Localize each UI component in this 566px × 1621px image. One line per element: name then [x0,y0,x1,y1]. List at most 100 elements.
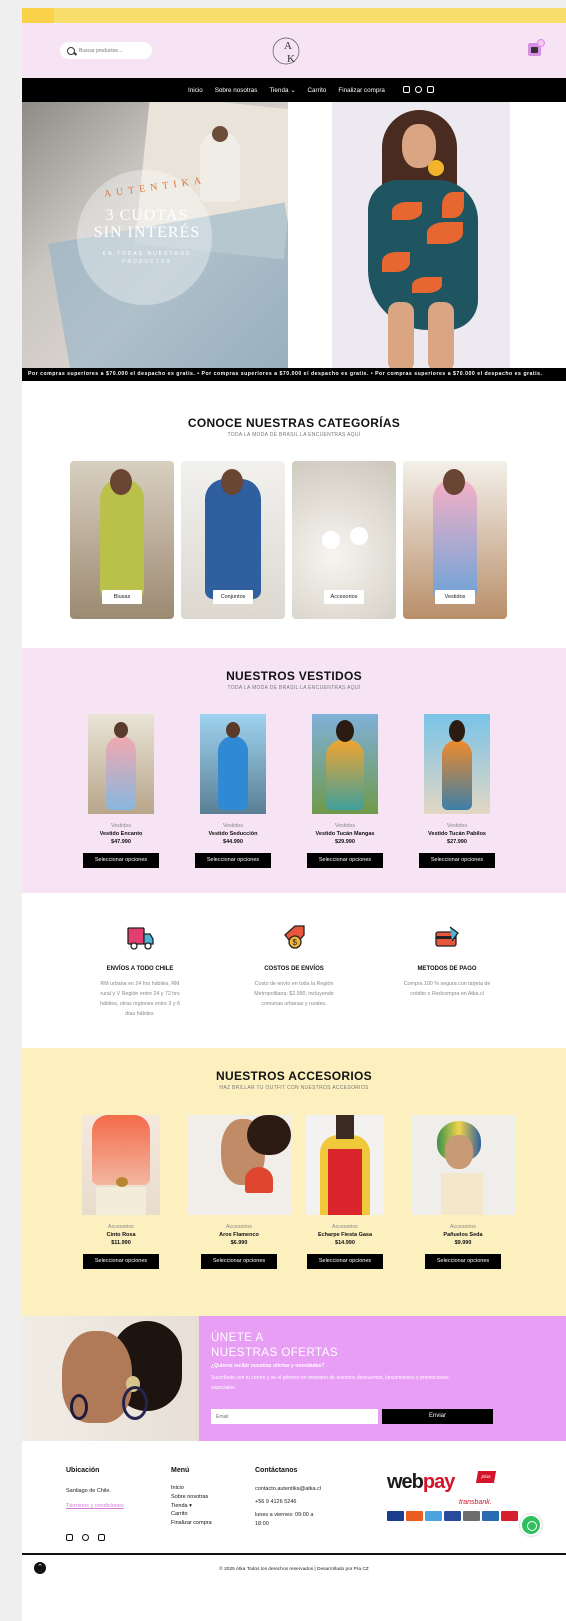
category-label[interactable]: Blusas [102,590,142,604]
accessories-subtitle: HAZ BRILLAR TU OUTFIT CON NUESTROS ACCES… [219,1085,369,1091]
page: A K Inicio Sobre nosotras Tienda ⌄ Carri… [22,8,566,1621]
product-category: Accesorios [332,1224,358,1230]
truck-icon [127,927,154,950]
footer-menu-title: Menú [171,1467,190,1474]
payment-cards [387,1511,518,1521]
newsletter-send-button[interactable]: Enviar [382,1409,493,1424]
facebook-icon[interactable] [82,1534,89,1541]
search-box[interactable] [60,42,152,59]
product-name[interactable]: Pañuelos Seda [411,1232,515,1238]
select-options-button[interactable]: Seleccionar opciones [83,1254,159,1269]
category-label[interactable]: Vestidos [435,590,475,604]
product-card[interactable]: Vestidos Vestido Encanto $47.990 Selecci… [81,714,161,868]
search-icon[interactable] [67,46,75,55]
newsletter-section: ÚNETE A NUESTRAS OFERTAS ¿Quieres recibir… [22,1316,566,1441]
footer-menu-tienda[interactable]: Tienda ▾ [171,1502,212,1511]
product-image[interactable] [200,714,266,814]
shipping-marquee: Por compras superiores a $70.000 el desp… [22,368,566,381]
product-name[interactable]: Echarpe Fiesta Gasa [303,1232,387,1238]
select-options-button[interactable]: Seleccionar opciones [201,1254,277,1269]
tiktok-icon[interactable] [98,1534,105,1541]
footer-location: Santiago de Chile. [66,1488,111,1494]
feature-description: RM urbana en 24 hrs hábiles, RM rural y V… [100,981,180,1017]
select-options-button[interactable]: Seleccionar opciones [425,1254,501,1269]
product-card[interactable]: Vestidos Vestido Tucán Mangas $29.990 Se… [305,714,385,868]
select-options-button[interactable]: Seleccionar opciones [307,853,383,868]
footer-menu-inicio[interactable]: Inicio [171,1484,212,1493]
footer-email[interactable]: contacto.autentika@atka.cl [255,1485,321,1494]
footer-menu-finalizar-compra[interactable]: Finalizar compra [171,1519,212,1528]
terms-link[interactable]: Términos y condiciones [66,1503,124,1509]
cart-icon[interactable] [528,39,545,56]
category-label[interactable]: Conjuntos [213,590,253,604]
product-name[interactable]: Vestido Tucán Mangas [305,831,385,837]
hero-headline: 3 CUOTAS SIN INTERÉS [93,207,201,241]
category-card-accesorios[interactable]: Accesorios [292,461,396,619]
product-price: $9.990 [454,1240,472,1246]
product-category: Vestidos [334,823,356,829]
product-category: Accesorios [226,1224,252,1230]
product-price: $27.990 [447,839,467,845]
facebook-icon[interactable] [415,86,422,93]
brand-logo[interactable]: A K [270,33,306,69]
product-image[interactable] [187,1115,291,1215]
nav-item-carrito[interactable]: Carrito [307,87,326,94]
whatsapp-icon[interactable] [520,1514,542,1536]
product-card[interactable]: Accesorios Pañuelos Seda $9.990 Seleccio… [411,1115,515,1269]
footer: Ubicación Santiago de Chile. Términos y … [22,1441,566,1553]
newsletter-title: ÚNETE A NUESTRAS OFERTAS [211,1332,339,1359]
category-card-vestidos[interactable]: Vestidos [403,461,507,619]
cart-count-badge [537,39,545,47]
product-card[interactable]: Accesorios Aros Flamenco $6.990 Seleccio… [187,1115,291,1269]
feature-title: METODOS DE PAGO [417,966,477,972]
footer-contact-title: Contáctanos [255,1467,298,1474]
footer-location-title: Ubicación [66,1467,100,1474]
category-label[interactable]: Accesorios [324,590,364,604]
footer-menu-carrito[interactable]: Carrito [171,1510,212,1519]
product-card[interactable]: Accesorios Echarpe Fiesta Gasa $14.990 S… [303,1115,387,1269]
product-image[interactable] [306,1115,384,1215]
footer-bottom-bar: ⌃ © 2025 Atka Todos los derechos reserva… [22,1553,566,1621]
product-name[interactable]: Cinto Rosa [79,1232,163,1238]
product-image[interactable] [88,714,154,814]
category-card-blusas[interactable]: Blusas [70,461,174,619]
nav-item-sobre-nosotras[interactable]: Sobre nosotras [215,87,258,94]
product-image[interactable] [312,714,378,814]
footer-menu-sobre-nosotras[interactable]: Sobre nosotras [171,1493,212,1502]
webpay-logo: webpay plus transbank. [387,1471,518,1531]
feature-title: COSTOS DE ENVÍOS [264,966,324,972]
product-card[interactable]: Vestidos Vestido Tucán Pabilos $27.990 S… [417,714,497,868]
feature-payment: METODOS DE PAGO Compra 100 % segura con … [387,923,507,999]
nav-item-tienda[interactable]: Tienda ⌄ [269,87,295,94]
product-price: $11.990 [111,1240,131,1246]
hero-banner[interactable]: AUTENTIKA 3 CUOTAS SIN INTERÉS EN TODAS … [22,102,566,368]
credit-card-icon [435,926,459,947]
main-nav: Inicio Sobre nosotras Tienda ⌄ Carrito F… [22,78,566,102]
select-options-button[interactable]: Seleccionar opciones [307,1254,383,1269]
product-name[interactable]: Vestido Tucán Pabilos [417,831,497,837]
footer-phone[interactable]: +56 9 4126 5246 [255,1498,296,1507]
product-image[interactable] [82,1115,160,1215]
product-card[interactable]: Accesorios Cinto Rosa $11.990 Selecciona… [79,1115,163,1269]
product-name[interactable]: Vestido Encanto [81,831,161,837]
product-card[interactable]: Vestidos Vestido Seducción $44.990 Selec… [193,714,273,868]
hero-promo-image: AUTENTIKA 3 CUOTAS SIN INTERÉS EN TODAS … [22,102,288,368]
dresses-section: NUESTROS VESTIDOS TODA LA MODA DE BRASIL… [22,648,566,893]
nav-item-inicio[interactable]: Inicio [188,87,203,94]
select-options-button[interactable]: Seleccionar opciones [419,853,495,868]
features-section: ENVÍOS A TODO CHILE RM urbana en 24 hrs … [22,893,566,1048]
newsletter-email-input[interactable] [211,1409,378,1424]
select-options-button[interactable]: Seleccionar opciones [195,853,271,868]
product-category: Vestidos [110,823,132,829]
instagram-icon[interactable] [66,1534,73,1541]
instagram-icon[interactable] [403,86,410,93]
tiktok-icon[interactable] [427,86,434,93]
category-card-conjuntos[interactable]: Conjuntos [181,461,285,619]
product-name[interactable]: Aros Flamenco [187,1232,291,1238]
select-options-button[interactable]: Seleccionar opciones [83,853,159,868]
nav-item-finalizar-compra[interactable]: Finalizar compra [338,87,385,94]
search-input[interactable] [79,47,141,54]
product-image[interactable] [411,1115,515,1215]
product-name[interactable]: Vestido Seducción [193,831,273,837]
product-image[interactable] [424,714,490,814]
